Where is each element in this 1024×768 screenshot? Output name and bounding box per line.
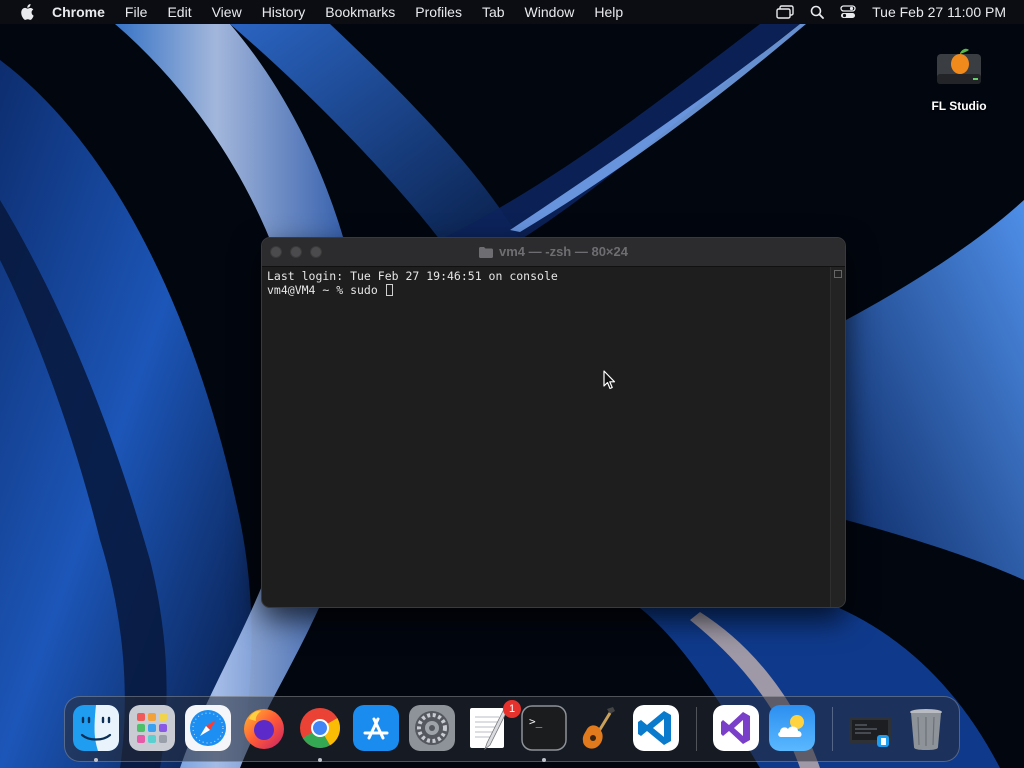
menu-bookmarks[interactable]: Bookmarks (315, 0, 405, 24)
terminal-scrollbar[interactable] (830, 267, 845, 607)
system-settings-icon[interactable] (409, 705, 455, 751)
text-cursor (385, 284, 393, 296)
svg-text:>_: >_ (529, 715, 543, 728)
screen-mirroring-icon[interactable] (776, 5, 794, 19)
running-indicator (94, 758, 98, 762)
terminal-titlebar[interactable]: vm4 — -zsh — 80×24 (262, 238, 845, 267)
launchpad-icon[interactable] (129, 705, 175, 751)
terminal-window[interactable]: vm4 — -zsh — 80×24 Last login: Tue Feb 2… (261, 237, 846, 608)
terminal-line: Last login: Tue Feb 27 19:46:51 on conso… (267, 269, 558, 283)
terminal-icon[interactable]: >_ (521, 705, 567, 751)
control-center-icon[interactable] (840, 5, 856, 19)
dock-divider (832, 707, 833, 751)
terminal-title: vm4 — -zsh — 80×24 (262, 238, 845, 266)
weather-icon[interactable] (769, 705, 815, 751)
trash-icon[interactable] (903, 705, 949, 751)
menu-history[interactable]: History (252, 0, 316, 24)
dock-divider (696, 707, 697, 751)
menu-help[interactable]: Help (584, 0, 633, 24)
running-indicator (318, 758, 322, 762)
menu-edit[interactable]: Edit (157, 0, 201, 24)
chrome-icon[interactable] (297, 705, 343, 751)
scroll-marker-icon[interactable] (834, 270, 842, 278)
menu-clock[interactable]: Tue Feb 27 11:00 PM (872, 4, 1006, 20)
menu-bar: Chrome File Edit View History Bookmarks … (0, 0, 1024, 24)
terminal-title-text: vm4 — -zsh — 80×24 (499, 244, 628, 259)
fl-studio-icon (937, 48, 981, 84)
folder-icon (479, 247, 493, 259)
firefox-icon[interactable] (241, 705, 287, 751)
menu-profiles[interactable]: Profiles (405, 0, 472, 24)
terminal-prompt-line: vm4@VM4 ~ % sudo (267, 283, 826, 297)
app-store-icon[interactable] (353, 705, 399, 751)
terminal-output[interactable]: Last login: Tue Feb 27 19:46:51 on conso… (262, 267, 831, 607)
desktop-icon-label: FL Studio (931, 99, 987, 113)
terminal-prompt: vm4@VM4 ~ % sudo (267, 283, 385, 297)
desktop-icon-fl-studio[interactable]: FL Studio (924, 44, 994, 113)
notification-badge: 1 (503, 700, 521, 718)
finder-icon[interactable] (73, 705, 119, 751)
mouse-pointer-icon (603, 370, 616, 390)
safari-icon[interactable] (185, 705, 231, 751)
menu-tab[interactable]: Tab (472, 0, 515, 24)
menu-view[interactable]: View (202, 0, 252, 24)
vscode-icon[interactable] (633, 705, 679, 751)
menu-window[interactable]: Window (515, 0, 585, 24)
spotlight-search-icon[interactable] (810, 5, 825, 19)
running-indicator (542, 758, 546, 762)
screenshots-folder-icon[interactable] (847, 705, 893, 751)
menu-file[interactable]: File (115, 0, 158, 24)
garageband-icon[interactable] (577, 705, 623, 751)
visual-studio-icon[interactable] (713, 705, 759, 751)
dock: 1 >_ (64, 696, 960, 762)
apple-icon[interactable] (20, 4, 34, 20)
menu-app-name[interactable]: Chrome (52, 0, 115, 24)
